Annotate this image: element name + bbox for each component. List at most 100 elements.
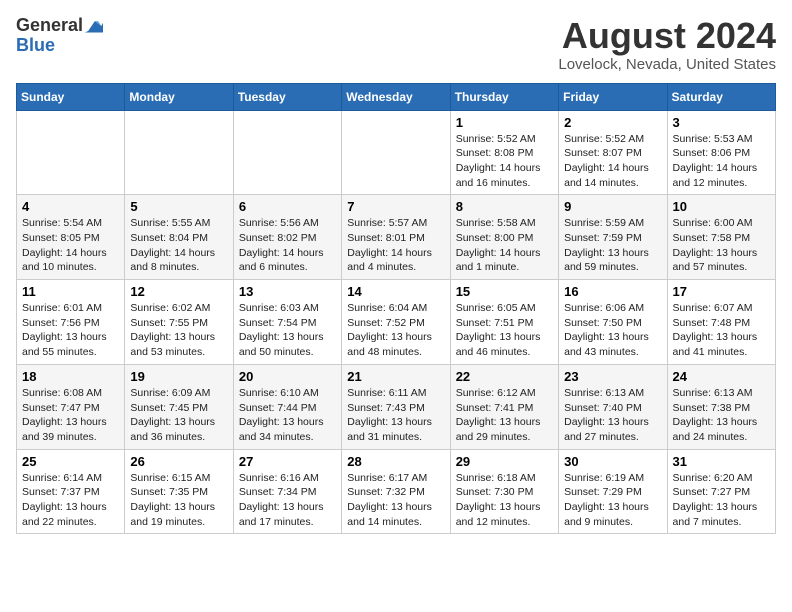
day-number: 4: [22, 199, 119, 214]
day-info: Sunrise: 6:14 AM Sunset: 7:37 PM Dayligh…: [22, 471, 119, 530]
day-info: Sunrise: 6:15 AM Sunset: 7:35 PM Dayligh…: [130, 471, 227, 530]
calendar-cell: 15 Sunrise: 6:05 AM Sunset: 7:51 PM Dayli…: [450, 280, 558, 365]
calendar-cell: 24 Sunrise: 6:13 AM Sunset: 7:38 PM Dayli…: [667, 364, 775, 449]
day-number: 15: [456, 284, 553, 299]
calendar-cell: 21 Sunrise: 6:11 AM Sunset: 7:43 PM Dayli…: [342, 364, 450, 449]
day-info: Sunrise: 6:07 AM Sunset: 7:48 PM Dayligh…: [673, 301, 770, 360]
calendar-week-row: 25 Sunrise: 6:14 AM Sunset: 7:37 PM Dayli…: [17, 449, 776, 534]
calendar-cell: 3 Sunrise: 5:53 AM Sunset: 8:06 PM Daylig…: [667, 110, 775, 195]
day-number: 16: [564, 284, 661, 299]
calendar-cell: 19 Sunrise: 6:09 AM Sunset: 7:45 PM Dayli…: [125, 364, 233, 449]
day-info: Sunrise: 6:05 AM Sunset: 7:51 PM Dayligh…: [456, 301, 553, 360]
logo-icon: [85, 19, 103, 33]
day-info: Sunrise: 6:16 AM Sunset: 7:34 PM Dayligh…: [239, 471, 336, 530]
day-info: Sunrise: 6:13 AM Sunset: 7:40 PM Dayligh…: [564, 386, 661, 445]
day-info: Sunrise: 5:52 AM Sunset: 8:07 PM Dayligh…: [564, 132, 661, 191]
calendar-cell: 9 Sunrise: 5:59 AM Sunset: 7:59 PM Daylig…: [559, 195, 667, 280]
day-info: Sunrise: 6:20 AM Sunset: 7:27 PM Dayligh…: [673, 471, 770, 530]
calendar-cell: 5Sunrise: 5:55 AM Sunset: 8:04 PM Daylig…: [125, 195, 233, 280]
day-info: Sunrise: 5:59 AM Sunset: 7:59 PM Dayligh…: [564, 216, 661, 275]
calendar-cell: 7Sunrise: 5:57 AM Sunset: 8:01 PM Daylig…: [342, 195, 450, 280]
day-number: 25: [22, 454, 119, 469]
weekday-header-cell: Sunday: [17, 83, 125, 110]
day-number: 5: [130, 199, 227, 214]
day-info: Sunrise: 6:08 AM Sunset: 7:47 PM Dayligh…: [22, 386, 119, 445]
weekday-header-cell: Saturday: [667, 83, 775, 110]
calendar-cell: [342, 110, 450, 195]
day-number: 24: [673, 369, 770, 384]
day-number: 9: [564, 199, 661, 214]
calendar-cell: 14 Sunrise: 6:04 AM Sunset: 7:52 PM Dayli…: [342, 280, 450, 365]
weekday-header-cell: Friday: [559, 83, 667, 110]
calendar-cell: [233, 110, 341, 195]
weekday-header-row: SundayMondayTuesdayWednesdayThursdayFrid…: [17, 83, 776, 110]
day-info: Sunrise: 6:02 AM Sunset: 7:55 PM Dayligh…: [130, 301, 227, 360]
calendar-week-row: 11 Sunrise: 6:01 AM Sunset: 7:56 PM Dayli…: [17, 280, 776, 365]
calendar-cell: 4Sunrise: 5:54 AM Sunset: 8:05 PM Daylig…: [17, 195, 125, 280]
day-info: Sunrise: 5:53 AM Sunset: 8:06 PM Dayligh…: [673, 132, 770, 191]
header: General Blue August 2024 Lovelock, Nevad…: [16, 16, 776, 73]
calendar-cell: [125, 110, 233, 195]
day-number: 11: [22, 284, 119, 299]
calendar-cell: 23 Sunrise: 6:13 AM Sunset: 7:40 PM Dayli…: [559, 364, 667, 449]
day-number: 26: [130, 454, 227, 469]
calendar-cell: [17, 110, 125, 195]
calendar-week-row: 4Sunrise: 5:54 AM Sunset: 8:05 PM Daylig…: [17, 195, 776, 280]
calendar-cell: 29Sunrise: 6:18 AM Sunset: 7:30 PM Dayli…: [450, 449, 558, 534]
location-title: Lovelock, Nevada, United States: [558, 56, 776, 73]
weekday-header-cell: Thursday: [450, 83, 558, 110]
day-number: 12: [130, 284, 227, 299]
day-info: Sunrise: 6:19 AM Sunset: 7:29 PM Dayligh…: [564, 471, 661, 530]
calendar-cell: 6Sunrise: 5:56 AM Sunset: 8:02 PM Daylig…: [233, 195, 341, 280]
day-info: Sunrise: 6:11 AM Sunset: 7:43 PM Dayligh…: [347, 386, 444, 445]
day-number: 10: [673, 199, 770, 214]
calendar-cell: 10 Sunrise: 6:00 AM Sunset: 7:58 PM Dayli…: [667, 195, 775, 280]
day-info: Sunrise: 6:06 AM Sunset: 7:50 PM Dayligh…: [564, 301, 661, 360]
calendar-cell: 27 Sunrise: 6:16 AM Sunset: 7:34 PM Dayli…: [233, 449, 341, 534]
day-number: 3: [673, 115, 770, 130]
weekday-header-cell: Wednesday: [342, 83, 450, 110]
day-number: 19: [130, 369, 227, 384]
day-info: Sunrise: 6:03 AM Sunset: 7:54 PM Dayligh…: [239, 301, 336, 360]
calendar-cell: 20 Sunrise: 6:10 AM Sunset: 7:44 PM Dayli…: [233, 364, 341, 449]
day-info: Sunrise: 6:09 AM Sunset: 7:45 PM Dayligh…: [130, 386, 227, 445]
day-number: 31: [673, 454, 770, 469]
day-number: 23: [564, 369, 661, 384]
weekday-header-cell: Tuesday: [233, 83, 341, 110]
day-number: 28: [347, 454, 444, 469]
day-info: Sunrise: 6:10 AM Sunset: 7:44 PM Dayligh…: [239, 386, 336, 445]
day-number: 8: [456, 199, 553, 214]
calendar-table: SundayMondayTuesdayWednesdayThursdayFrid…: [16, 83, 776, 535]
day-number: 29: [456, 454, 553, 469]
calendar-cell: 11 Sunrise: 6:01 AM Sunset: 7:56 PM Dayli…: [17, 280, 125, 365]
day-number: 13: [239, 284, 336, 299]
day-number: 7: [347, 199, 444, 214]
calendar-cell: 25 Sunrise: 6:14 AM Sunset: 7:37 PM Dayli…: [17, 449, 125, 534]
calendar-cell: 18 Sunrise: 6:08 AM Sunset: 7:47 PM Dayli…: [17, 364, 125, 449]
day-number: 27: [239, 454, 336, 469]
calendar-cell: 28Sunrise: 6:17 AM Sunset: 7:32 PM Dayli…: [342, 449, 450, 534]
calendar-cell: 12 Sunrise: 6:02 AM Sunset: 7:55 PM Dayli…: [125, 280, 233, 365]
day-number: 20: [239, 369, 336, 384]
calendar-week-row: 18 Sunrise: 6:08 AM Sunset: 7:47 PM Dayli…: [17, 364, 776, 449]
month-title: August 2024: [558, 16, 776, 56]
calendar-cell: 31 Sunrise: 6:20 AM Sunset: 7:27 PM Dayli…: [667, 449, 775, 534]
calendar-cell: 1Sunrise: 5:52 AM Sunset: 8:08 PM Daylig…: [450, 110, 558, 195]
calendar-cell: 13 Sunrise: 6:03 AM Sunset: 7:54 PM Dayli…: [233, 280, 341, 365]
calendar-cell: 30Sunrise: 6:19 AM Sunset: 7:29 PM Dayli…: [559, 449, 667, 534]
day-number: 18: [22, 369, 119, 384]
logo: General Blue: [16, 16, 103, 56]
day-number: 21: [347, 369, 444, 384]
day-info: Sunrise: 6:00 AM Sunset: 7:58 PM Dayligh…: [673, 216, 770, 275]
day-number: 6: [239, 199, 336, 214]
day-info: Sunrise: 6:13 AM Sunset: 7:38 PM Dayligh…: [673, 386, 770, 445]
logo-general-text: General: [16, 16, 83, 36]
day-number: 17: [673, 284, 770, 299]
day-info: Sunrise: 6:04 AM Sunset: 7:52 PM Dayligh…: [347, 301, 444, 360]
day-info: Sunrise: 5:58 AM Sunset: 8:00 PM Dayligh…: [456, 216, 553, 275]
day-number: 1: [456, 115, 553, 130]
day-number: 2: [564, 115, 661, 130]
day-info: Sunrise: 6:01 AM Sunset: 7:56 PM Dayligh…: [22, 301, 119, 360]
day-number: 14: [347, 284, 444, 299]
calendar-cell: 22Sunrise: 6:12 AM Sunset: 7:41 PM Dayli…: [450, 364, 558, 449]
